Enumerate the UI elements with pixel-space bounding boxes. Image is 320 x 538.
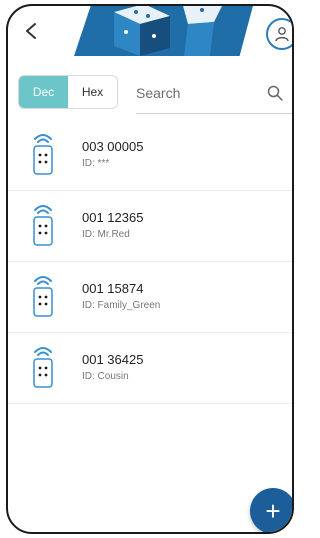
remote-control-icon — [33, 134, 53, 175]
app-header — [8, 6, 292, 62]
device-list: 003 00005 ID: *** 001 12365 ID: Mr.Red 0… — [8, 120, 292, 404]
header-banner — [74, 6, 254, 56]
device-id: ID: Cousin — [82, 371, 129, 382]
search-bar — [136, 72, 292, 114]
list-item[interactable]: 003 00005 ID: *** — [8, 120, 292, 191]
filter-controls: Dec Hex — [8, 70, 292, 116]
phone-frame: Dec Hex 003 00005 ID: *** — [6, 4, 294, 534]
list-item[interactable]: 001 36425 ID: Cousin — [8, 333, 292, 404]
dec-hex-toggle: Dec Hex — [18, 75, 118, 109]
list-item[interactable]: 001 15874 ID: Family_Green — [8, 262, 292, 333]
toggle-hex[interactable]: Hex — [68, 76, 117, 108]
cube-graphic — [114, 6, 224, 56]
toggle-dec[interactable]: Dec — [19, 76, 68, 108]
user-icon — [275, 27, 289, 42]
back-button[interactable] — [18, 18, 44, 44]
chevron-left-icon — [26, 23, 36, 39]
remote-control-icon — [33, 276, 53, 317]
profile-button[interactable] — [266, 18, 292, 50]
add-device-button[interactable]: + — [250, 488, 292, 532]
device-code: 001 12365 — [82, 210, 144, 225]
remote-control-icon — [33, 347, 53, 388]
device-id: ID: *** — [82, 158, 110, 169]
device-id: ID: Mr.Red — [82, 229, 130, 240]
device-id: ID: Family_Green — [82, 300, 161, 311]
search-icon[interactable] — [266, 84, 284, 102]
list-item[interactable]: 001 12365 ID: Mr.Red — [8, 191, 292, 262]
device-code: 001 36425 — [82, 352, 144, 367]
device-code: 001 15874 — [82, 281, 144, 296]
remote-control-icon — [33, 205, 53, 246]
device-code: 003 00005 — [82, 139, 144, 154]
search-input[interactable] — [136, 80, 256, 106]
